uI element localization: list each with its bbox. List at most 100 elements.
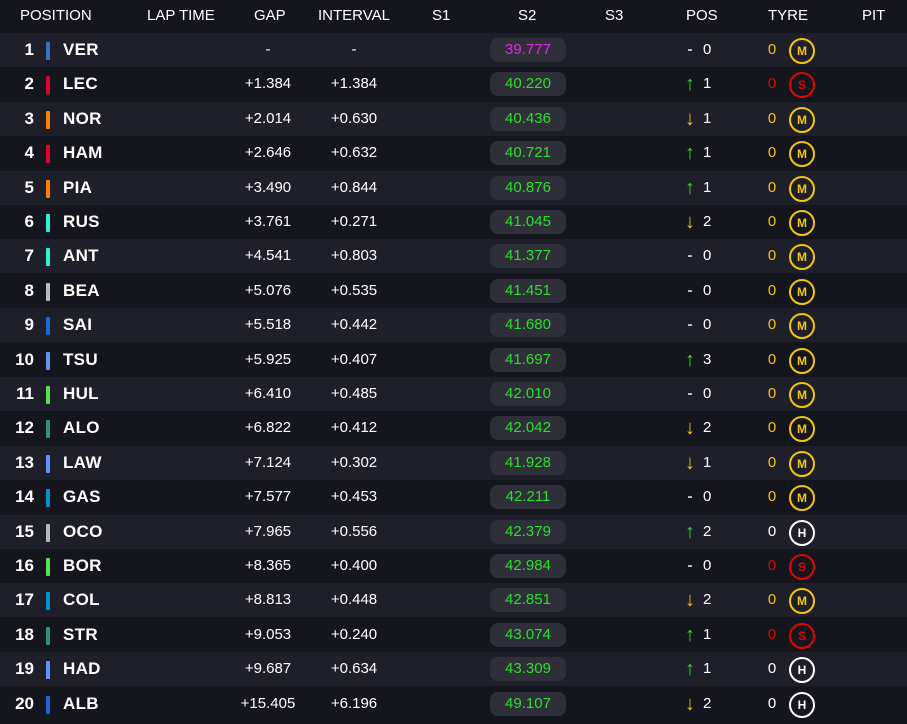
- tyre-compound-icon: M: [789, 347, 815, 374]
- column-header-gap[interactable]: GAP: [254, 0, 286, 32]
- interval-value: -: [351, 41, 357, 58]
- pit-count: 0: [767, 75, 777, 93]
- team-color-bar: [46, 626, 50, 645]
- position-change: 0: [703, 488, 712, 506]
- pit-count: 0: [767, 144, 777, 162]
- sector2-time: 39.777: [490, 38, 566, 62]
- pit-count: 0: [767, 41, 777, 58]
- tyre-compound-icon: M: [789, 141, 815, 168]
- table-row[interactable]: 1 VER - -39.777-0 0 M: [0, 33, 907, 67]
- table-row[interactable]: 10 TSU +5.925 +0.407 41.697 ↑ 3 0 M: [0, 342, 907, 377]
- table-row[interactable]: 16 BOR +8.365 +0.400 42.984-0 0 S: [0, 549, 907, 583]
- driver-code: GAS: [63, 487, 101, 507]
- driver-code: ALB: [63, 693, 99, 713]
- tyre-compound-icon: M: [789, 450, 815, 477]
- gap-value: +7.577: [244, 488, 292, 506]
- tyre-compound-icon: M: [789, 313, 815, 340]
- position-change: 0: [703, 557, 712, 574]
- table-row[interactable]: 2 LEC +1.384 +1.384 40.220 ↑ 1 0 S: [0, 67, 907, 102]
- position-number: 14: [15, 487, 34, 507]
- table-row[interactable]: 19 HAD +9.687 +0.634 43.309 ↑ 1 0 H: [0, 652, 907, 687]
- position-number: 15: [15, 521, 34, 541]
- team-color-bar: [46, 592, 50, 611]
- team-color-bar: [46, 179, 50, 198]
- table-row[interactable]: 18 STR +9.053 +0.240 43.074 ↑ 1 0 S: [0, 617, 907, 652]
- table-row[interactable]: 12 ALO +6.822 +0.412 42.042 ↓ 2 0 M: [0, 411, 907, 446]
- tyre-compound-icon: M: [789, 210, 815, 236]
- interval-value: +0.630: [330, 109, 378, 127]
- gap-value: +9.053: [244, 625, 292, 643]
- arrow-up-icon: ↑: [685, 658, 695, 681]
- position-change: 2: [703, 213, 712, 230]
- position-change: 1: [703, 625, 712, 643]
- column-header-interval[interactable]: INTERVAL: [318, 0, 390, 32]
- pit-count: 0: [767, 557, 777, 574]
- team-color-bar: [46, 42, 50, 60]
- pit-count: 0: [767, 694, 777, 712]
- driver-code: STR: [63, 624, 98, 644]
- position-number: 17: [15, 590, 34, 610]
- arrow-up-icon: ↑: [685, 142, 695, 165]
- sector2-time: 41.451: [490, 278, 566, 303]
- gap-value: +1.384: [244, 75, 292, 93]
- column-header-s1[interactable]: S1: [432, 0, 450, 32]
- pit-count: 0: [767, 453, 777, 471]
- team-color-bar: [46, 454, 50, 473]
- driver-code: LEC: [63, 74, 98, 94]
- position-change: 1: [703, 144, 712, 162]
- column-header-tyre[interactable]: TYRE: [768, 0, 808, 32]
- position-number: 18: [15, 624, 34, 644]
- driver-code: PIA: [63, 177, 93, 197]
- position-number: 4: [24, 143, 34, 163]
- table-row[interactable]: 17 COL +8.813 +0.448 42.851 ↓ 2 0 M: [0, 583, 907, 618]
- position-number: 6: [24, 212, 34, 231]
- sector2-time: 41.680: [490, 313, 566, 338]
- gap-value: +8.365: [244, 557, 292, 574]
- table-row[interactable]: 15 OCO +7.965 +0.556 42.379 ↑ 2 0 H: [0, 514, 907, 549]
- position-number: 7: [24, 246, 34, 266]
- table-row[interactable]: 6 RUS +3.761 +0.271 41.045 ↓ 2 0 M: [0, 205, 907, 239]
- tyre-compound-icon: M: [789, 416, 815, 443]
- table-row[interactable]: 11 HUL +6.410 +0.485 42.010-0 0 M: [0, 377, 907, 411]
- interval-value: +0.556: [330, 522, 378, 540]
- sector2-time: 42.379: [490, 519, 566, 544]
- gap-value: +2.646: [244, 144, 292, 162]
- position-change: 0: [703, 41, 712, 58]
- column-header-lap-time[interactable]: LAP TIME: [147, 0, 215, 32]
- column-header-pos[interactable]: POS: [686, 0, 718, 32]
- interval-value: +0.535: [330, 281, 378, 299]
- driver-code: HAD: [63, 659, 101, 679]
- table-row[interactable]: 13 LAW +7.124 +0.302 41.928 ↓ 1 0 M: [0, 445, 907, 480]
- column-header-position[interactable]: POSITION: [20, 0, 92, 32]
- interval-value: +0.632: [330, 144, 378, 162]
- gap-value: +7.124: [244, 453, 292, 471]
- position-change: 1: [703, 178, 712, 196]
- interval-value: +0.453: [330, 488, 378, 506]
- column-header-s2[interactable]: S2: [518, 0, 536, 32]
- driver-code: VER: [63, 40, 99, 59]
- driver-code: TSU: [63, 349, 98, 369]
- gap-value: +15.405: [240, 694, 296, 712]
- table-row[interactable]: 8 BEA +5.076 +0.535 41.451-0 0 M: [0, 273, 907, 308]
- table-row[interactable]: 5 PIA +3.490 +0.844 40.876 ↑ 1 0 M: [0, 170, 907, 205]
- column-header-pit[interactable]: PIT: [862, 0, 885, 32]
- table-row[interactable]: 7 ANT +4.541 +0.803 41.377-0 0 M: [0, 239, 907, 274]
- team-color-bar: [46, 317, 50, 336]
- interval-value: +0.442: [330, 316, 378, 334]
- team-color-bar: [46, 661, 50, 680]
- pit-count: 0: [767, 591, 777, 609]
- pit-count: 0: [767, 213, 777, 230]
- pit-count: 0: [767, 316, 777, 334]
- driver-code: COL: [63, 590, 100, 610]
- table-row[interactable]: 4 HAM +2.646 +0.632 40.721 ↑ 1 0 M: [0, 136, 907, 171]
- column-header-s3[interactable]: S3: [605, 0, 623, 32]
- team-color-bar: [46, 248, 50, 267]
- table-row[interactable]: 14 GAS +7.577 +0.453 42.211-0 0 M: [0, 480, 907, 515]
- table-row[interactable]: 3 NOR +2.014 +0.630 40.436 ↓ 1 0 M: [0, 101, 907, 136]
- tyre-compound-icon: M: [789, 382, 815, 408]
- arrow-up-icon: ↑: [685, 520, 695, 543]
- gap-value: +7.965: [244, 522, 292, 540]
- table-row[interactable]: 9 SAI +5.518 +0.442 41.680-0 0 M: [0, 308, 907, 343]
- table-row[interactable]: 20 ALB +15.405 +6.196 49.107 ↓ 2 0 H: [0, 686, 907, 721]
- gap-value: +6.410: [244, 385, 292, 402]
